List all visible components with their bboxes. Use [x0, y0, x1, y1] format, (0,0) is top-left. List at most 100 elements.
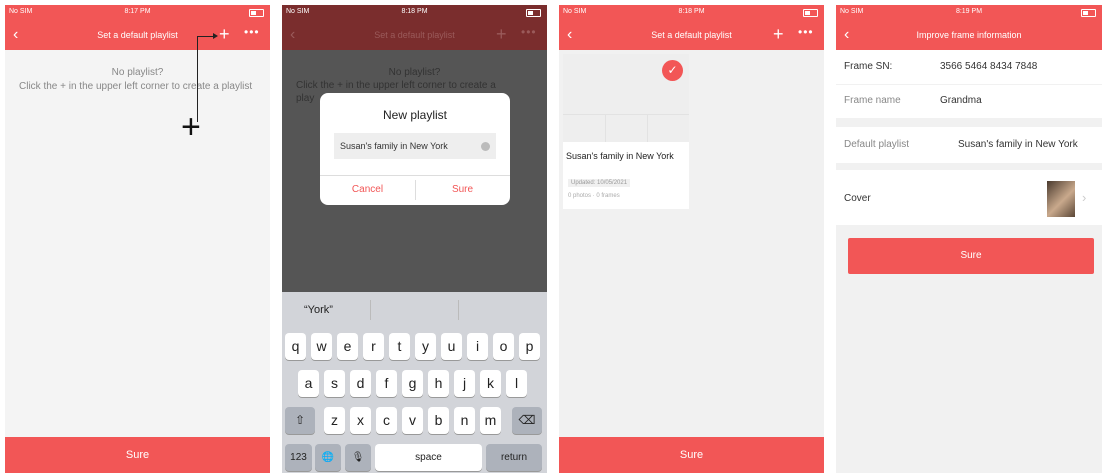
- screen-empty-playlist: No SIM 8:17 PM ‹ Set a default playlist …: [5, 5, 270, 473]
- updated-badge: Updated: 10/05/2021: [568, 179, 631, 187]
- battery-icon: [1081, 9, 1096, 17]
- cover-thumbnail[interactable]: [1047, 181, 1075, 217]
- more-menu-button[interactable]: •••: [244, 25, 260, 39]
- nav-bar: ‹ Set a default playlist + •••: [282, 25, 547, 47]
- chevron-right-icon: ›: [1082, 190, 1087, 205]
- key-m[interactable]: m: [480, 407, 501, 434]
- empty-hint: Click the + in the upper left corner to …: [19, 81, 253, 92]
- default-playlist-label: Default playlist: [844, 139, 910, 150]
- header-bar: No SIM 8:19 PM ‹ Improve frame informati…: [836, 5, 1102, 50]
- key-o[interactable]: o: [493, 333, 514, 360]
- add-playlist-button[interactable]: +: [773, 25, 784, 43]
- dimmed-empty-title: No playlist?: [388, 67, 441, 78]
- thumbnail-divider: [563, 114, 689, 115]
- key-x[interactable]: x: [350, 407, 371, 434]
- key-v[interactable]: v: [402, 407, 423, 434]
- key-q[interactable]: q: [285, 333, 306, 360]
- nav-bar: ‹ Set a default playlist + •••: [559, 25, 824, 47]
- key-k[interactable]: k: [480, 370, 501, 397]
- key-p[interactable]: p: [519, 333, 540, 360]
- screen-playlist-selected: No SIM 8:18 PM ‹ Set a default playlist …: [559, 5, 824, 473]
- key-l[interactable]: l: [506, 370, 527, 397]
- frame-sn-label: Frame SN:: [844, 61, 893, 72]
- cover-row[interactable]: Cover ›: [836, 170, 1102, 225]
- key-s[interactable]: s: [324, 370, 345, 397]
- playlist-name-value: Susan's family in New York: [340, 141, 448, 151]
- key-u[interactable]: u: [441, 333, 462, 360]
- playlist-card[interactable]: ✓ Susan's family in New York Updated: 10…: [563, 54, 689, 209]
- key-w[interactable]: w: [311, 333, 332, 360]
- clock-text: 8:17 PM: [124, 8, 151, 15]
- nav-bar: ‹ Set a default playlist + •••: [5, 25, 270, 47]
- cancel-button[interactable]: Cancel: [320, 184, 415, 195]
- key-b[interactable]: b: [428, 407, 449, 434]
- default-playlist-value: Susan's family in New York: [958, 139, 1078, 150]
- key-d[interactable]: d: [350, 370, 371, 397]
- annotation-plus-icon: +: [181, 108, 201, 146]
- frame-name-value[interactable]: Grandma: [940, 95, 982, 106]
- keyboard-suggestion[interactable]: “York”: [304, 304, 333, 316]
- status-bar: No SIM 8:17 PM: [5, 8, 270, 20]
- battery-icon: [803, 9, 818, 17]
- dialog-title: New playlist: [382, 108, 448, 122]
- sure-button[interactable]: Sure: [848, 238, 1094, 274]
- clock-text: 8:19 PM: [955, 8, 983, 15]
- numbers-key[interactable]: 123: [285, 444, 312, 471]
- page-title: Set a default playlist: [374, 30, 455, 40]
- key-t[interactable]: t: [389, 333, 410, 360]
- more-icon: •••: [521, 25, 537, 39]
- sure-button[interactable]: Sure: [559, 437, 824, 473]
- header-bar: No SIM 8:17 PM ‹ Set a default playlist …: [5, 5, 270, 50]
- page-title: Set a default playlist: [651, 30, 732, 40]
- sure-button[interactable]: Sure: [415, 184, 510, 195]
- add-icon: +: [496, 24, 507, 44]
- thumbnail-divider: [605, 114, 606, 142]
- more-menu-button[interactable]: •••: [798, 25, 814, 39]
- playlist-name-input[interactable]: Susan's family in New York: [334, 133, 496, 159]
- status-bar: No SIM 8:18 PM: [282, 8, 547, 20]
- key-n[interactable]: n: [454, 407, 475, 434]
- clear-input-icon[interactable]: [481, 142, 490, 151]
- dimmed-empty-hint-cont: play: [296, 93, 315, 104]
- key-i[interactable]: i: [467, 333, 488, 360]
- key-y[interactable]: y: [415, 333, 436, 360]
- header-bar: No SIM 8:18 PM ‹ Set a default playlist …: [282, 5, 547, 50]
- key-r[interactable]: r: [363, 333, 384, 360]
- space-key[interactable]: space: [375, 444, 482, 471]
- annotation-arrow-icon: [213, 33, 218, 39]
- sure-button[interactable]: Sure: [5, 437, 270, 473]
- dimmed-empty-hint: Click the + in the upper left corner to …: [296, 80, 496, 91]
- frame-sn-row: Frame SN: 3566 5464 8434 7848: [836, 50, 1102, 84]
- clock-text: 8:18 PM: [678, 8, 705, 15]
- status-bar: No SIM 8:18 PM: [559, 8, 824, 20]
- backspace-key[interactable]: ⌫: [512, 407, 542, 434]
- key-c[interactable]: c: [376, 407, 397, 434]
- frame-name-row[interactable]: Frame name Grandma: [836, 85, 1102, 118]
- add-playlist-button[interactable]: +: [219, 25, 230, 43]
- shift-key[interactable]: ⇧: [285, 407, 315, 434]
- frame-name-label: Frame name: [844, 95, 901, 106]
- key-e[interactable]: e: [337, 333, 358, 360]
- nav-bar: ‹ Improve frame information: [836, 25, 1102, 47]
- return-key[interactable]: return: [486, 444, 542, 471]
- globe-icon[interactable]: 🌐: [315, 444, 341, 471]
- key-z[interactable]: z: [324, 407, 345, 434]
- playlist-card-title: Susan's family in New York: [566, 151, 674, 161]
- thumbnail-divider: [647, 114, 648, 142]
- key-f[interactable]: f: [376, 370, 397, 397]
- key-g[interactable]: g: [402, 370, 423, 397]
- microphone-icon[interactable]: 🎙: [345, 444, 371, 471]
- new-playlist-dialog: New playlist Susan's family in New York …: [320, 93, 510, 205]
- battery-icon: [526, 9, 541, 17]
- status-bar: No SIM 8:19 PM: [836, 8, 1102, 20]
- key-j[interactable]: j: [454, 370, 475, 397]
- battery-icon: [249, 9, 264, 17]
- key-a[interactable]: a: [298, 370, 319, 397]
- keyboard: “York” q w e r t y u i o p a s d f g h j…: [282, 292, 547, 473]
- screen-new-playlist-dialog: No SIM 8:18 PM ‹ Set a default playlist …: [282, 5, 547, 473]
- default-playlist-row[interactable]: Default playlist Susan's family in New Y…: [836, 127, 1102, 163]
- key-h[interactable]: h: [428, 370, 449, 397]
- page-title: Improve frame information: [916, 30, 1022, 40]
- clock-text: 8:18 PM: [401, 8, 428, 15]
- playlist-counts: 0 photos · 0 frames: [568, 193, 620, 199]
